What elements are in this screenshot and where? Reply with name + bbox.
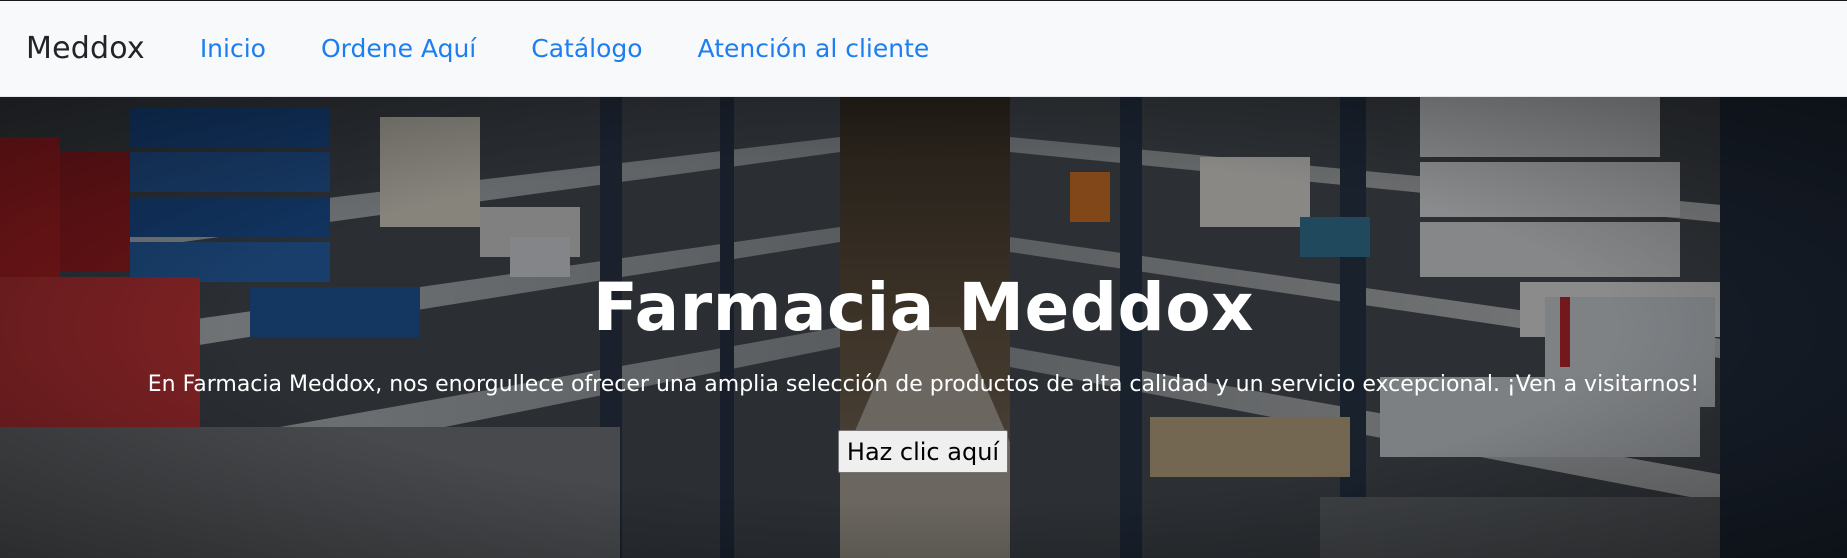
hero-content: Farmacia Meddox En Farmacia Meddox, nos …	[0, 97, 1847, 558]
brand-logo-link[interactable]: Meddox	[26, 31, 145, 66]
nav-link-ordene-aqui[interactable]: Ordene Aquí	[321, 34, 476, 63]
navbar: Meddox Inicio Ordene Aquí Catálogo Atenc…	[0, 1, 1847, 97]
hero-description: En Farmacia Meddox, nos enorgullece ofre…	[147, 372, 1700, 397]
hero-section: Farmacia Meddox En Farmacia Meddox, nos …	[0, 97, 1847, 558]
hero-cta-button[interactable]: Haz clic aquí	[838, 430, 1008, 473]
nav-links: Inicio Ordene Aquí Catálogo Atención al …	[200, 34, 984, 63]
nav-link-inicio[interactable]: Inicio	[200, 34, 266, 63]
hero-title: Farmacia Meddox	[592, 269, 1255, 346]
nav-link-atencion-al-cliente[interactable]: Atención al cliente	[698, 34, 930, 63]
nav-link-catalogo[interactable]: Catálogo	[531, 34, 642, 63]
